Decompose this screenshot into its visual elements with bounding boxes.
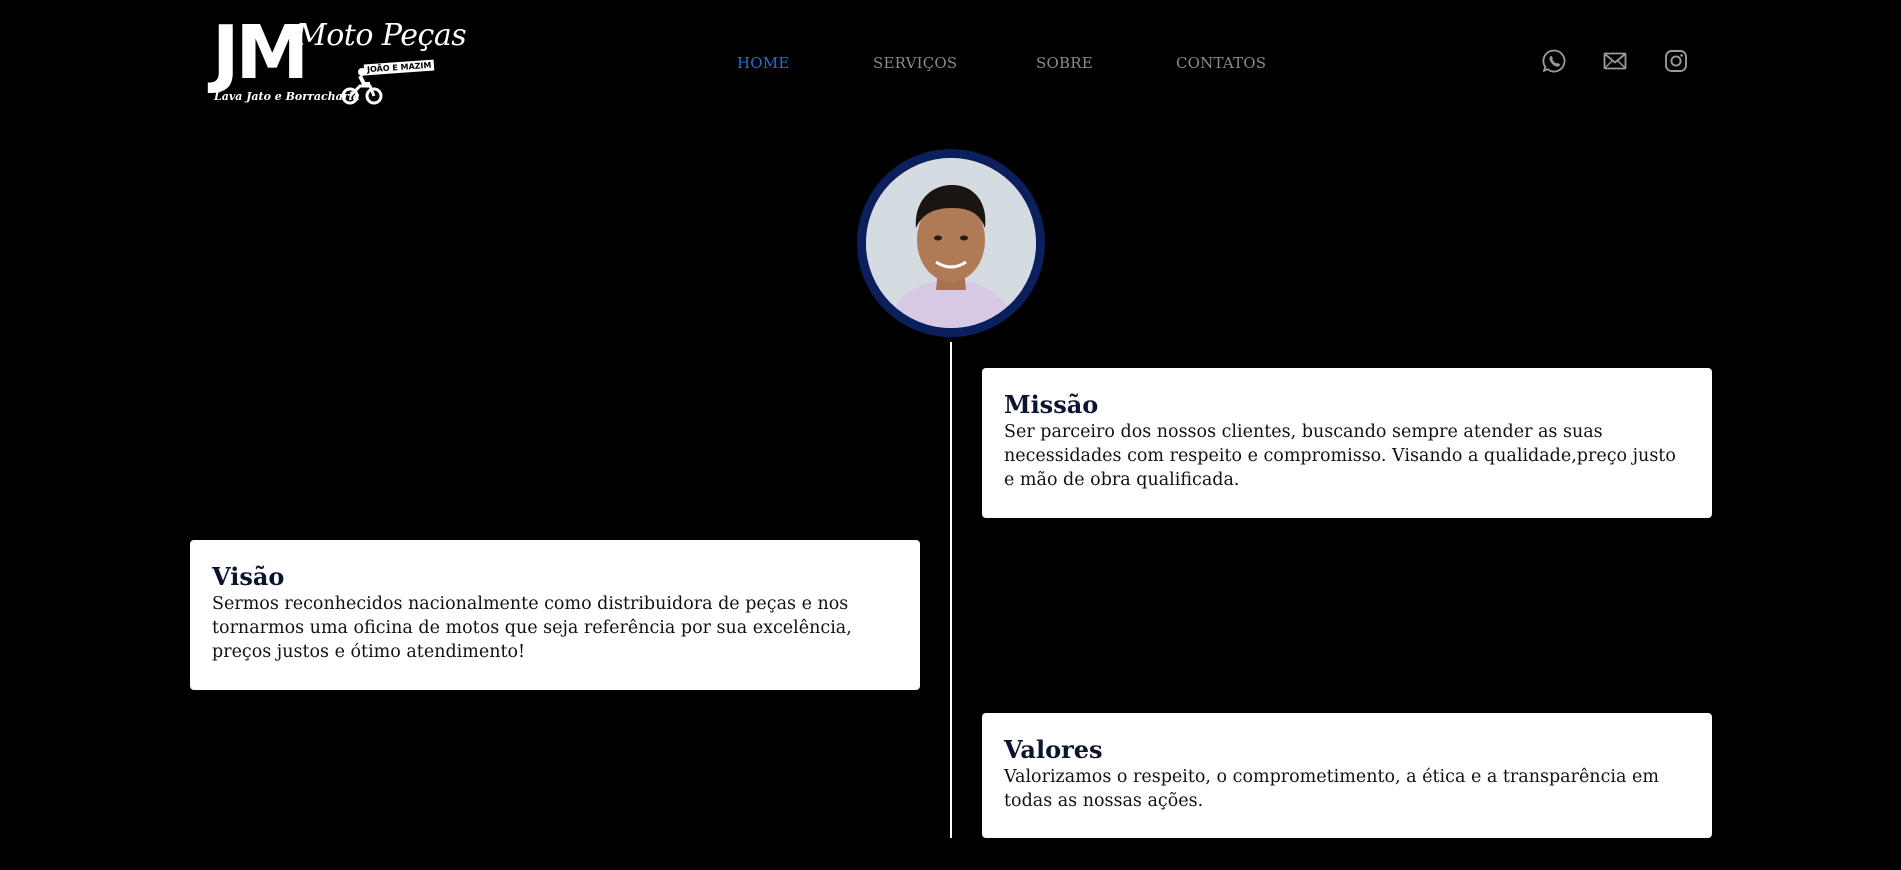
whatsapp-icon[interactable] xyxy=(1541,48,1567,74)
logo-mark: JM xyxy=(212,10,309,96)
timeline-line xyxy=(950,342,952,838)
card-missao-title: Missão xyxy=(1004,390,1099,419)
logo-name: Moto Peças xyxy=(296,18,467,53)
card-valores: Valores Valorizamos o respeito, o compro… xyxy=(982,713,1712,838)
profile-avatar xyxy=(857,149,1045,337)
nav-home[interactable]: HOME xyxy=(737,54,790,72)
profile-photo xyxy=(866,158,1036,328)
card-valores-text: Valorizamos o respeito, o comprometiment… xyxy=(1004,767,1659,811)
nav-contatos[interactable]: CONTATOS xyxy=(1176,54,1266,72)
card-valores-title: Valores xyxy=(1004,735,1103,764)
page: JM Moto Peças JOÃO E MAZIM Lava Jato e B… xyxy=(0,0,1901,870)
card-missao: Missão Ser parceiro dos nossos clientes,… xyxy=(982,368,1712,518)
card-visao-title: Visão xyxy=(212,562,285,591)
card-visao: Visão Sermos reconhecidos nacionalmente … xyxy=(190,540,920,690)
nav-sobre[interactable]: SOBRE xyxy=(1036,54,1093,72)
card-missao-text: Ser parceiro dos nossos clientes, buscan… xyxy=(1004,422,1676,490)
logo-tagline: Lava Jato e Borracharia xyxy=(214,90,360,103)
mail-icon[interactable] xyxy=(1602,48,1628,74)
card-visao-text: Sermos reconhecidos nacionalmente como d… xyxy=(212,594,852,662)
instagram-icon[interactable] xyxy=(1663,48,1689,74)
nav-servicos[interactable]: SERVIÇOS xyxy=(873,54,957,72)
